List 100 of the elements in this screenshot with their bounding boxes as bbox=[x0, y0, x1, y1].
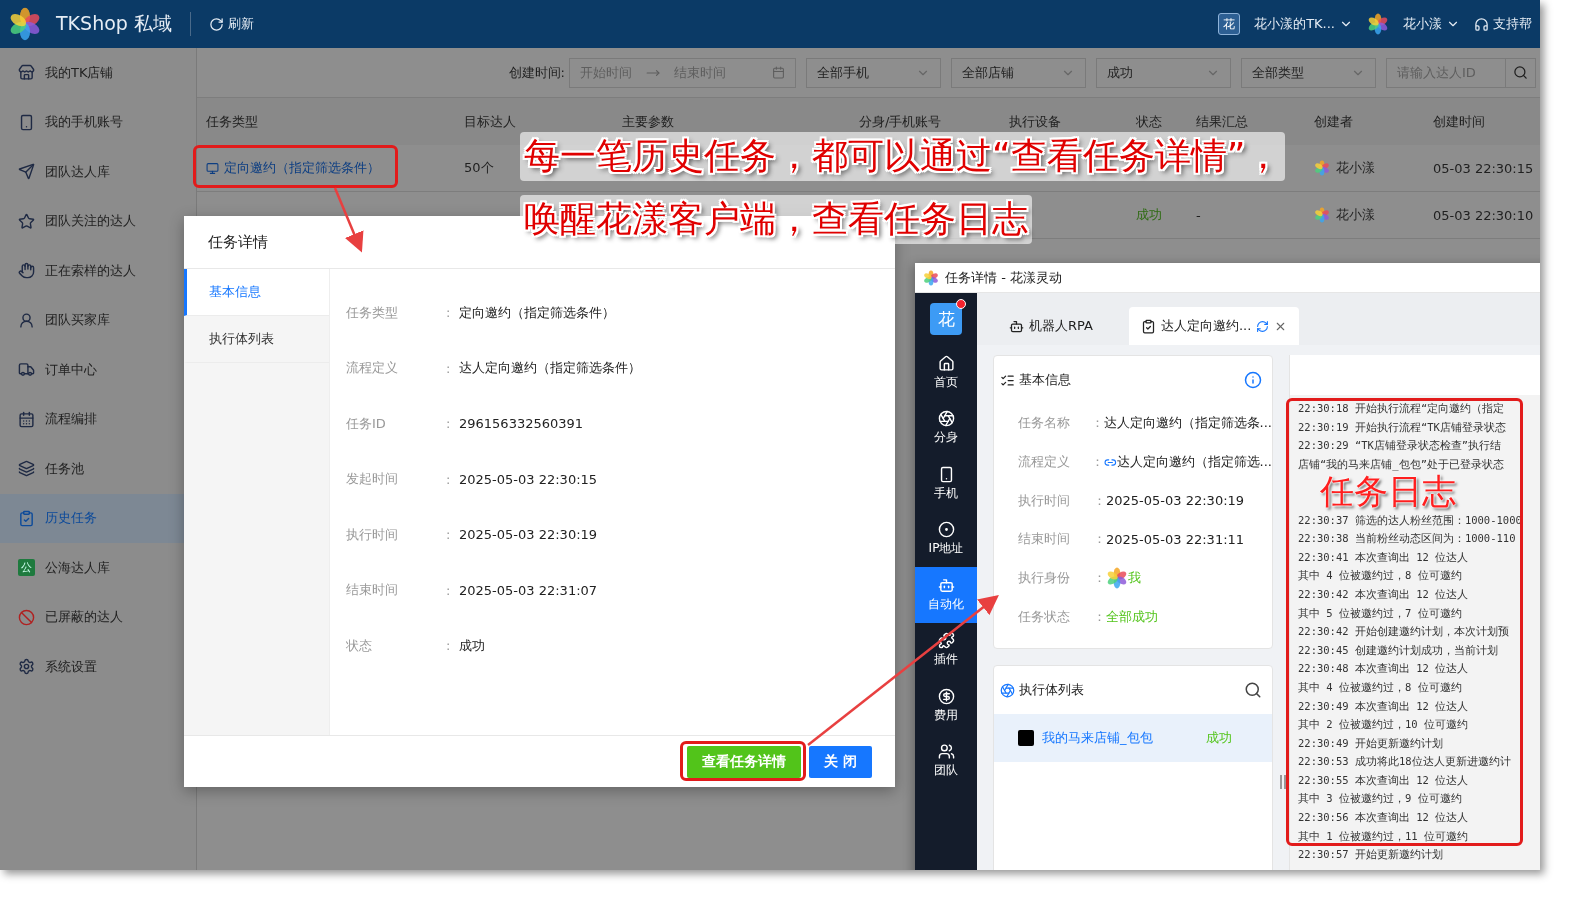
info-value: 2025-05-03 22:30:19 bbox=[1106, 493, 1245, 509]
colon: ： bbox=[1093, 607, 1106, 626]
field-label: 任务ID bbox=[346, 414, 387, 433]
field-value: 达人定向邀约（指定筛选条件） bbox=[459, 359, 641, 378]
search-icon[interactable] bbox=[1513, 65, 1528, 80]
table-cell-text: 50个 bbox=[463, 159, 495, 177]
log-line: 22:30:29 “TK店铺登录状态检查”执行结 bbox=[1298, 438, 1503, 454]
app-icon bbox=[923, 269, 939, 286]
close-button[interactable]: 关 闭 bbox=[809, 745, 872, 778]
nav-item[interactable]: 首页 bbox=[915, 345, 977, 401]
info-label: 执行时间 bbox=[1018, 491, 1071, 510]
clipboard-icon bbox=[1140, 318, 1156, 334]
user-menu[interactable]: 花小漾 bbox=[1403, 15, 1460, 33]
filter-select[interactable]: 全部类型 bbox=[1241, 57, 1376, 88]
colon: ： bbox=[1093, 491, 1106, 510]
nav-item[interactable]: 插件 bbox=[915, 622, 977, 678]
phone-icon bbox=[18, 113, 35, 131]
sidebar-item[interactable]: 团队关注的达人 bbox=[0, 196, 196, 246]
log-line: 22:30:38 当前粉丝动态区间为：1000-110 bbox=[1298, 531, 1517, 547]
nav-item[interactable]: 手机 bbox=[915, 456, 977, 512]
nav-item[interactable]: IP地址 bbox=[915, 511, 977, 567]
log-line: 22:30:18 开始执行流程“定向邀约（指定 bbox=[1298, 401, 1506, 416]
sidebar-item[interactable]: 流程编排 bbox=[0, 394, 196, 444]
colon: : bbox=[446, 527, 452, 543]
column-header: 主要参数 bbox=[621, 112, 675, 131]
log-line: 22:30:56 本次查询出 12 位达人 bbox=[1298, 810, 1470, 826]
nav-item[interactable]: 团队 bbox=[915, 733, 977, 789]
refresh-button[interactable]: 刷新 bbox=[208, 15, 254, 33]
log-line: 其中 2 位被邀约过，10 位可邀约 bbox=[1298, 717, 1469, 733]
colon: ： bbox=[1093, 530, 1106, 549]
nav-item[interactable]: 费用 bbox=[915, 678, 977, 734]
log-line: 22:30:55 本次查询出 12 位达人 bbox=[1298, 772, 1470, 788]
creator-avatar-icon bbox=[1314, 207, 1330, 223]
nav-item[interactable]: 分身 bbox=[915, 400, 977, 456]
dialog-tab[interactable]: 基本信息 bbox=[184, 269, 329, 316]
log-line: 22:30:42 本次查询出 12 位达人 bbox=[1298, 586, 1470, 602]
info-label: 结束时间 bbox=[1018, 530, 1071, 549]
log-line: 店铺“我的马来店铺_包包”处于已登录状态 bbox=[1298, 456, 1505, 473]
filter-select[interactable]: 全部店铺 bbox=[951, 57, 1086, 88]
creator-cell: 花小漾 bbox=[1305, 206, 1424, 224]
executor-name[interactable]: 我的马来店铺_包包 bbox=[1018, 729, 1153, 748]
task-type-link[interactable]: 定向邀约（指定筛选条件） bbox=[197, 159, 455, 177]
search-icon[interactable] bbox=[1244, 681, 1262, 700]
sidebar-item[interactable]: 团队达人库 bbox=[0, 147, 196, 197]
aperture-icon bbox=[1000, 682, 1015, 698]
info-icon[interactable] bbox=[1244, 371, 1262, 389]
column-header: 结果汇总 bbox=[1195, 112, 1249, 131]
nav-item[interactable]: 自动化 bbox=[915, 567, 977, 623]
sidebar-item[interactable]: 已屏蔽的达人 bbox=[0, 592, 196, 642]
target-icon bbox=[937, 521, 955, 539]
sidebar-item[interactable]: 系统设置 bbox=[0, 642, 196, 692]
column-header: 目标达人 bbox=[463, 112, 517, 131]
window-title: 任务详情 - 花漾灵动 bbox=[945, 268, 1062, 287]
field-value: 296156332560391 bbox=[459, 416, 584, 432]
arrow bbox=[333, 187, 364, 253]
help-link[interactable]: 支持帮 bbox=[1474, 15, 1532, 33]
annotation-text: 唤醒花漾客户端，查看任务日志 bbox=[520, 195, 1032, 244]
log-line: 其中 5 位被邀约过，7 位可邀约 bbox=[1298, 605, 1463, 621]
field-label: 执行时间 bbox=[346, 525, 399, 544]
log-line: 22:30:19 开始执行流程“TK店铺登录状态 bbox=[1298, 419, 1507, 435]
card-title: 执行体列表 bbox=[1019, 681, 1084, 700]
executor-status: 成功 bbox=[1206, 729, 1232, 748]
team-selector[interactable]: 花小漾的TK... bbox=[1254, 15, 1353, 33]
brand-name: TKShop 私域 bbox=[56, 11, 172, 36]
resize-handle[interactable] bbox=[1280, 775, 1286, 789]
sidebar-item[interactable]: 我的TK店铺 bbox=[0, 48, 196, 98]
calendar-icon bbox=[18, 410, 35, 428]
filter-select[interactable]: 成功 bbox=[1096, 57, 1231, 88]
filter-select[interactable]: 全部手机 bbox=[806, 57, 941, 88]
refresh-icon[interactable] bbox=[1256, 319, 1270, 333]
field-label: 流程定义 bbox=[346, 359, 399, 378]
client-tab[interactable]: 机器人RPA bbox=[997, 307, 1105, 345]
info-value: 达人定向邀约（指定筛选... bbox=[1116, 453, 1272, 472]
sidebar-item[interactable]: 公 公海达人库 bbox=[0, 543, 196, 593]
field-value: 成功 bbox=[459, 636, 485, 655]
colon: ： bbox=[1090, 414, 1104, 433]
badge-icon: 公 bbox=[18, 559, 35, 577]
field-value: 2025-05-03 22:30:19 bbox=[459, 527, 598, 543]
refresh-icon bbox=[208, 16, 224, 32]
sidebar-item[interactable]: 我的手机账号 bbox=[0, 97, 196, 147]
log-line: 22:30:49 开始更新邀约计划 bbox=[1298, 735, 1444, 751]
client-tab[interactable]: 达人定向邀约... bbox=[1128, 307, 1300, 345]
log-line: 22:30:53 成功将此18位达人更新进邀约计 bbox=[1298, 754, 1512, 770]
log-line: 22:30:41 本次查询出 12 位达人 bbox=[1298, 549, 1470, 565]
colon: : bbox=[446, 305, 452, 321]
colon: : bbox=[446, 638, 452, 654]
field-label: 任务类型 bbox=[346, 303, 399, 322]
annotation-text: 每一笔历史任务，都可以通过“查看任务详情”， bbox=[520, 132, 1286, 181]
field-value: 2025-05-03 22:30:15 bbox=[459, 471, 598, 487]
aperture-icon bbox=[937, 410, 955, 428]
log-line: 22:30:48 本次查询出 12 位达人 bbox=[1298, 661, 1470, 677]
sidebar-item[interactable]: 任务池 bbox=[0, 444, 196, 494]
robot-icon bbox=[937, 576, 955, 594]
column-header: 任务类型 bbox=[205, 112, 259, 131]
log-line: 22:30:49 本次查询出 12 位达人 bbox=[1298, 698, 1470, 714]
user-icon bbox=[18, 311, 35, 329]
field-value: 定向邀约（指定筛选条件） bbox=[459, 303, 615, 322]
executor-row[interactable]: 我的马来店铺_包包 成功 bbox=[994, 714, 1272, 763]
log-line: 22:30:42 开始创建邀约计划，本次计划预 bbox=[1298, 624, 1510, 640]
logo-icon bbox=[8, 7, 42, 41]
